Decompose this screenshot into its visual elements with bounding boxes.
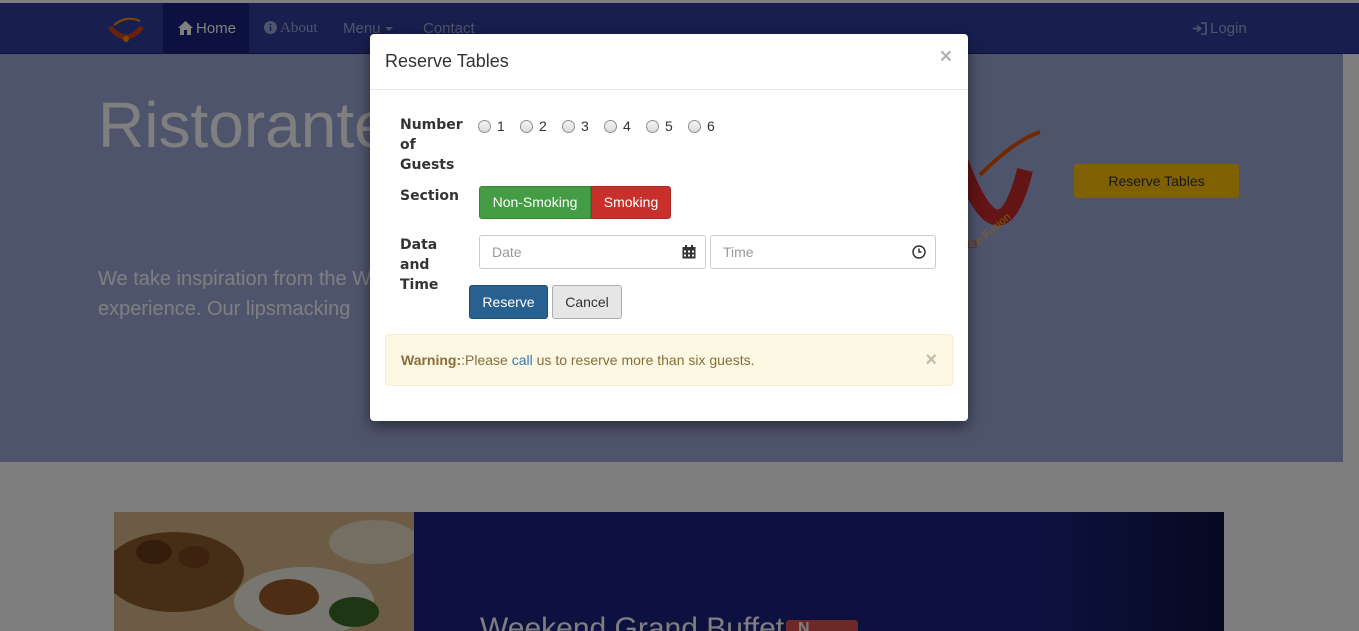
- modal-header: Reserve Tables ×: [370, 34, 968, 90]
- guest-radio-label: 1: [497, 118, 505, 134]
- cancel-button[interactable]: Cancel: [552, 285, 622, 319]
- guest-radio-3[interactable]: 3: [562, 117, 589, 135]
- clock-icon: [912, 245, 926, 259]
- smoking-button[interactable]: Smoking: [591, 186, 671, 219]
- guest-radio-1[interactable]: 1: [478, 117, 505, 135]
- modal-close-button[interactable]: ×: [940, 46, 952, 67]
- guest-radio-label: 6: [707, 118, 715, 134]
- datetime-label: Data and Time: [400, 237, 439, 293]
- section-label: Section: [400, 188, 459, 204]
- guest-radio-label: 5: [665, 118, 673, 134]
- reserve-button[interactable]: Reserve: [469, 285, 548, 319]
- radio-button-icon[interactable]: [478, 120, 491, 133]
- date-input[interactable]: Date: [479, 235, 706, 269]
- guest-radio-4[interactable]: 4: [604, 117, 631, 135]
- calendar-icon: [682, 245, 696, 259]
- time-input[interactable]: Time: [710, 235, 936, 269]
- alert-close-button[interactable]: ×: [925, 335, 937, 385]
- call-link[interactable]: call: [512, 352, 533, 368]
- time-placeholder: Time: [723, 244, 754, 260]
- guest-radio-5[interactable]: 5: [646, 117, 673, 135]
- guest-radio-label: 2: [539, 118, 547, 134]
- warning-alert: Warning::Please call us to reserve more …: [385, 334, 953, 386]
- guest-radio-6[interactable]: 6: [688, 117, 715, 135]
- date-placeholder: Date: [492, 244, 522, 260]
- alert-strong: Warning:: [401, 352, 462, 368]
- reserve-tables-modal: Reserve Tables × Number of Guests 1 2 3 …: [370, 34, 968, 421]
- alert-text-post: us to reserve more than six guests.: [532, 352, 755, 368]
- guest-radio-2[interactable]: 2: [520, 117, 547, 135]
- radio-button-icon[interactable]: [688, 120, 701, 133]
- guest-radio-label: 4: [623, 118, 631, 134]
- guests-label: Number of Guests: [400, 117, 463, 173]
- modal-title: Reserve Tables: [385, 51, 509, 71]
- radio-button-icon[interactable]: [604, 120, 617, 133]
- guest-radio-label: 3: [581, 118, 589, 134]
- radio-button-icon[interactable]: [520, 120, 533, 133]
- non-smoking-button[interactable]: Non-Smoking: [479, 186, 591, 219]
- radio-button-icon[interactable]: [562, 120, 575, 133]
- radio-button-icon[interactable]: [646, 120, 659, 133]
- alert-text-pre: :Please: [461, 352, 512, 368]
